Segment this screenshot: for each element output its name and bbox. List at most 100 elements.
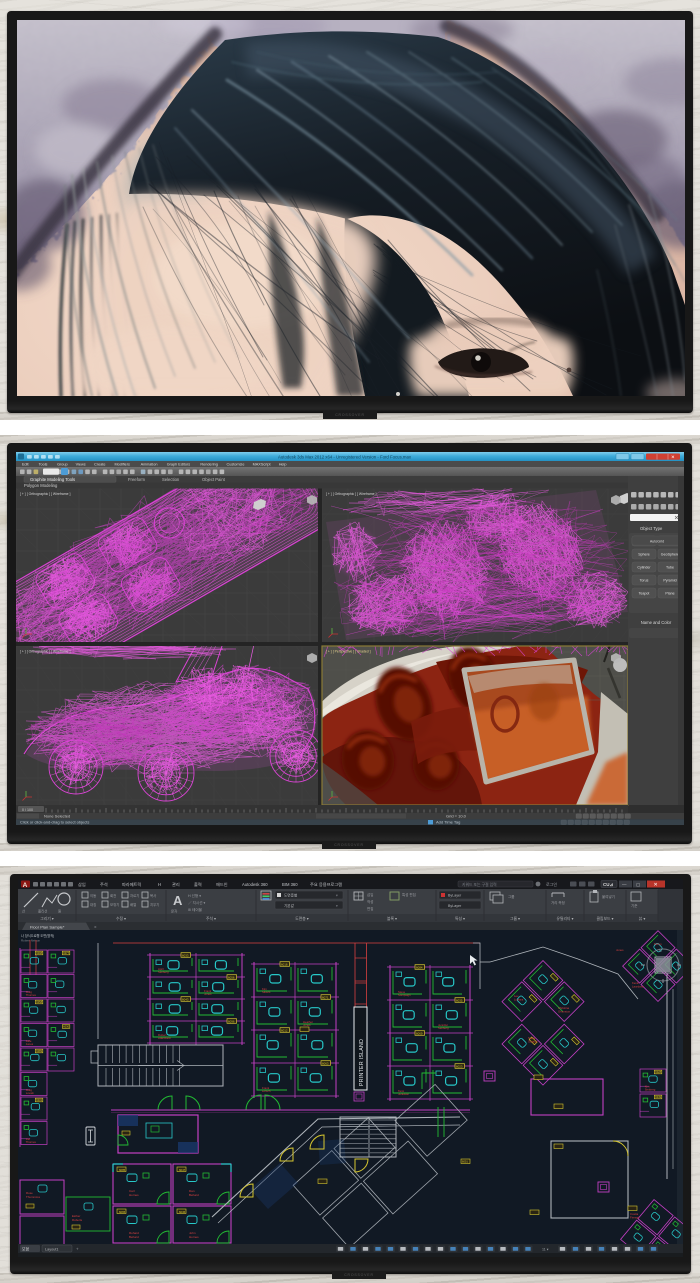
svg-text:6071: 6071 bbox=[322, 995, 329, 999]
svg-text:H 선형 ▾: H 선형 ▾ bbox=[188, 893, 201, 898]
svg-text:6031: 6031 bbox=[36, 1098, 42, 1102]
svg-text:Modifiers: Modifiers bbox=[115, 463, 131, 467]
svg-text:Tube: Tube bbox=[666, 566, 674, 570]
svg-text:Oaraldy: Oaraldy bbox=[528, 1040, 538, 1044]
svg-text:Thummma: Thummma bbox=[26, 1195, 40, 1199]
svg-text:기본값: 기본값 bbox=[284, 903, 295, 908]
svg-text:작성: 작성 bbox=[367, 899, 373, 904]
svg-text:Freeform: Freeform bbox=[128, 477, 145, 482]
svg-text:▢: ▢ bbox=[636, 882, 641, 887]
svg-text:×: × bbox=[94, 925, 97, 930]
svg-text:Firewal: Firewal bbox=[630, 1216, 639, 1220]
svg-text:6098: 6098 bbox=[36, 951, 42, 955]
svg-text:그룹: 그룹 bbox=[508, 894, 515, 899]
svg-text:나 장식으로행 도면(명작): 나 장식으로행 도면(명작) bbox=[21, 933, 54, 938]
svg-text:6063: 6063 bbox=[322, 1061, 329, 1065]
svg-text:6001: 6001 bbox=[462, 1160, 468, 1164]
svg-text:6047: 6047 bbox=[179, 1168, 186, 1172]
svg-text:None Selected: None Selected bbox=[44, 814, 70, 819]
svg-text:6033: 6033 bbox=[182, 953, 189, 957]
svg-text:CU⊿: CU⊿ bbox=[603, 882, 613, 887]
svg-text:Floor Plan Sample*: Floor Plan Sample* bbox=[30, 924, 65, 929]
svg-text:Name and Color: Name and Color bbox=[641, 620, 672, 625]
svg-text:문자: 문자 bbox=[171, 909, 178, 914]
svg-text:✕: ✕ bbox=[654, 882, 658, 888]
svg-text:Hornes: Hornes bbox=[189, 1235, 199, 1239]
svg-text:도면층별: 도면층별 bbox=[284, 893, 297, 898]
svg-text:Views: Views bbox=[76, 463, 86, 467]
svg-text:그리기 ▾: 그리기 ▾ bbox=[40, 916, 54, 921]
svg-text:선: 선 bbox=[22, 909, 25, 914]
svg-text:Graphite Modeling Tools: Graphite Modeling Tools bbox=[30, 477, 75, 482]
svg-text:Roberts: Roberts bbox=[72, 1218, 83, 1222]
svg-text:6096: 6096 bbox=[228, 1019, 235, 1023]
svg-text:Lorsch: Lorsch bbox=[262, 1089, 271, 1093]
svg-text:Object Paint: Object Paint bbox=[202, 477, 226, 482]
svg-text:Teapot: Teapot bbox=[639, 592, 650, 596]
svg-text:0 / 100: 0 / 100 bbox=[22, 808, 33, 812]
svg-text:Silvers: Silvers bbox=[262, 990, 271, 994]
svg-text:원: 원 bbox=[58, 909, 61, 914]
svg-text:[ + ] [ Orthographic ] [ Wiref: [ + ] [ Orthographic ] [ Wireframe ] bbox=[326, 492, 376, 496]
svg-text:유틸리티 ▾: 유틸리티 ▾ bbox=[557, 916, 574, 921]
svg-text:6028: 6028 bbox=[655, 1070, 661, 1074]
svg-text:자르기: 자르기 bbox=[130, 893, 139, 898]
svg-text:✕: ✕ bbox=[671, 455, 675, 460]
svg-text:AutoGrid: AutoGrid bbox=[650, 539, 664, 543]
svg-text:6069: 6069 bbox=[416, 1031, 423, 1035]
svg-text:기준: 기준 bbox=[631, 903, 638, 908]
svg-text:Object Type: Object Type bbox=[640, 526, 663, 531]
svg-text:Lovaln: Lovaln bbox=[26, 1091, 35, 1095]
svg-text:Jones: Jones bbox=[616, 948, 624, 952]
svg-text:주석 ▾: 주석 ▾ bbox=[206, 916, 216, 921]
svg-text:6023: 6023 bbox=[456, 1064, 463, 1068]
svg-text:대칭: 대칭 bbox=[90, 902, 96, 907]
svg-text:／ 지시선 ▾: ／ 지시선 ▾ bbox=[188, 900, 206, 905]
svg-text:특성 편집: 특성 편집 bbox=[402, 892, 416, 897]
svg-text:Click or click-and-drag to sel: Click or click-and-drag to select object… bbox=[20, 820, 89, 825]
svg-text:로그인: 로그인 bbox=[546, 881, 557, 887]
svg-text:6030: 6030 bbox=[63, 1025, 69, 1029]
svg-text:BIM 360: BIM 360 bbox=[282, 882, 298, 887]
svg-text:애드인: 애드인 bbox=[216, 881, 228, 888]
svg-text:이동: 이동 bbox=[90, 893, 96, 898]
svg-text:+: + bbox=[76, 1247, 79, 1252]
svg-text:MAXScript: MAXScript bbox=[253, 463, 272, 467]
svg-text:A: A bbox=[23, 882, 28, 889]
svg-text:Jones: Jones bbox=[303, 1023, 311, 1027]
svg-text:Rendering: Rendering bbox=[200, 463, 218, 467]
svg-text:H: H bbox=[158, 882, 161, 887]
svg-text:6056: 6056 bbox=[228, 975, 235, 979]
svg-text:Graph Editors: Graph Editors bbox=[167, 463, 191, 467]
svg-text:6049: 6049 bbox=[655, 1095, 661, 1099]
svg-text:Selection: Selection bbox=[162, 477, 180, 482]
svg-text:거리 측정: 거리 측정 bbox=[551, 900, 565, 905]
svg-text:Behard: Behard bbox=[129, 1235, 139, 1239]
svg-text:Autodesk 360: Autodesk 360 bbox=[242, 882, 268, 887]
svg-text:Sompaign: Sompaign bbox=[398, 993, 411, 997]
svg-text:6065: 6065 bbox=[119, 1210, 126, 1214]
svg-text:Autodesk 3ds Max 2012 x64 - Un: Autodesk 3ds Max 2012 x64 - Unregistered… bbox=[278, 454, 412, 459]
svg-text:회전: 회전 bbox=[110, 893, 116, 898]
svg-text:6036: 6036 bbox=[179, 1210, 186, 1214]
svg-text:모깎기: 모깎기 bbox=[110, 902, 119, 907]
svg-text:A: A bbox=[173, 893, 183, 908]
svg-text:—: — bbox=[622, 882, 627, 887]
svg-text:도면층 ▾: 도면층 ▾ bbox=[295, 916, 309, 921]
svg-text:PRINTER ISLAND: PRINTER ISLAND bbox=[359, 1039, 365, 1086]
svg-text:Plane: Plane bbox=[665, 592, 674, 596]
svg-text:블록 ▾: 블록 ▾ bbox=[387, 916, 397, 921]
svg-text:Edit: Edit bbox=[22, 463, 29, 467]
svg-text:Sphere: Sphere bbox=[638, 553, 650, 557]
svg-text:붙여넣기: 붙여넣기 bbox=[602, 894, 615, 899]
svg-text:ByLayer: ByLayer bbox=[448, 904, 462, 908]
svg-text:Senberg: Senberg bbox=[438, 1026, 449, 1030]
svg-text:Ohanston: Ohanston bbox=[558, 1010, 571, 1014]
svg-text:ByLayer: ByLayer bbox=[448, 894, 462, 898]
svg-text:6084: 6084 bbox=[416, 965, 423, 969]
svg-text:Cylinder: Cylinder bbox=[637, 566, 651, 570]
svg-text:Robert Nelson: Robert Nelson bbox=[21, 939, 41, 943]
svg-text:Grid = 10.0: Grid = 10.0 bbox=[446, 814, 467, 819]
svg-text:키워드 또는 구절 입력: 키워드 또는 구절 입력 bbox=[462, 882, 497, 887]
svg-text:클립보드 ▾: 클립보드 ▾ bbox=[597, 916, 614, 921]
